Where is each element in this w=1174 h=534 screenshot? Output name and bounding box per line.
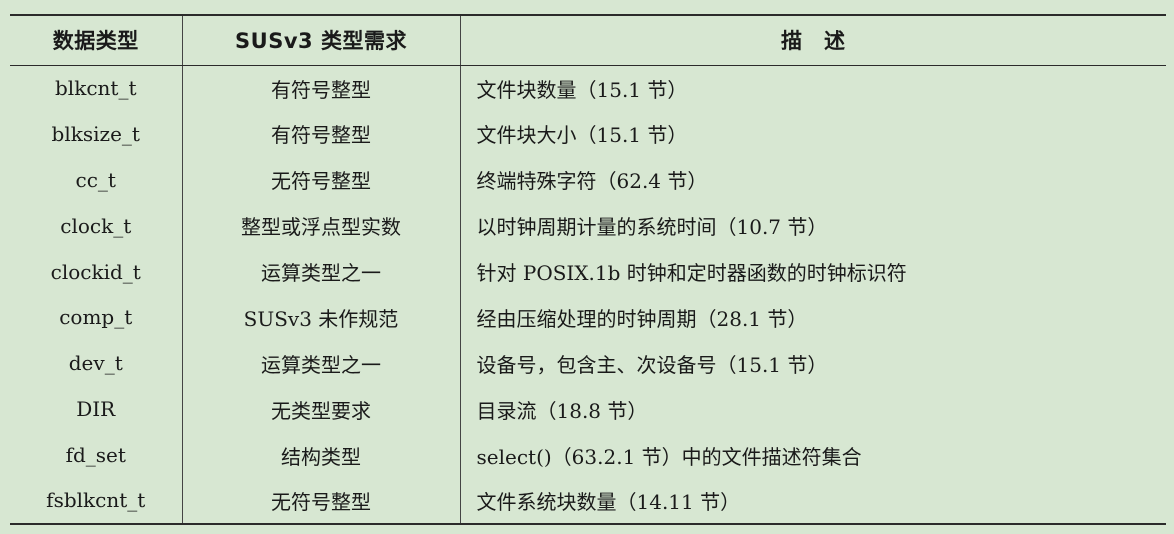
table-row: blkcnt_t 有符号整型 文件块数量（15.1 节） [10,65,1166,111]
cell-description: 文件块大小（15.1 节） [476,123,688,148]
data-types-table: 数据类型 SUSv3 类型需求 描 述 blkcnt_t 有符号整型 文件块数量… [10,14,1166,525]
table-row: clock_t 整型或浮点型实数 以时钟周期计量的系统时间（10.7 节） [10,202,1166,249]
table-row: cc_t 无符号整型 终端特殊字符（62.4 节） [10,156,1166,203]
cell-requirement: 结构类型 [182,432,461,479]
cell-description: select()（63.2.1 节）中的文件描述符集合 [476,444,862,469]
cell-description: 终端特殊字符（62.4 节） [476,169,708,194]
cell-type: dev_t [10,340,183,387]
cell-requirement: 整型或浮点型实数 [182,202,461,249]
table-row: comp_t SUSv3 未作规范 经由压缩处理的时钟周期（28.1 节） [10,294,1166,341]
cell-type: DIR [10,386,183,433]
table-row: DIR 无类型要求 目录流（18.8 节） [10,386,1166,433]
cell-type: fd_set [10,432,183,479]
cell-description: 以时钟周期计量的系统时间（10.7 节） [476,215,828,240]
table-row: fd_set 结构类型 select()（63.2.1 节）中的文件描述符集合 [10,432,1166,479]
document-page: 数据类型 SUSv3 类型需求 描 述 blkcnt_t 有符号整型 文件块数量… [0,0,1174,534]
cell-description: 文件块数量（15.1 节） [476,77,688,102]
table-row: dev_t 运算类型之一 设备号，包含主、次设备号（15.1 节） [10,340,1166,387]
cell-requirement: 无符号整型 [182,478,461,525]
cell-type: cc_t [10,156,183,203]
cell-requirement: SUSv3 未作规范 [182,294,461,341]
cell-requirement: 有符号整型 [182,110,461,157]
cell-type: blkcnt_t [10,65,183,111]
cell-type: clock_t [10,202,183,249]
cell-type: fsblkcnt_t [10,478,183,525]
table-row: clockid_t 运算类型之一 针对 POSIX.1b 时钟和定时器函数的时钟… [10,248,1166,295]
cell-type: blksize_t [10,110,183,157]
cell-type: clockid_t [10,248,183,295]
cell-requirement: 无类型要求 [182,386,461,433]
cell-description: 目录流（18.8 节） [476,398,648,423]
cell-requirement: 运算类型之一 [182,340,461,387]
cell-description: 设备号，包含主、次设备号（15.1 节） [476,352,828,377]
table-row: fsblkcnt_t 无符号整型 文件系统块数量（14.11 节） [10,478,1166,525]
table-header-row: 数据类型 SUSv3 类型需求 描 述 [10,14,1166,66]
cell-requirement: 运算类型之一 [182,248,461,295]
table-row: blksize_t 有符号整型 文件块大小（15.1 节） [10,110,1166,157]
cell-requirement: 无符号整型 [182,156,461,203]
cell-description: 文件系统块数量（14.11 节） [460,478,1166,525]
header-description: 描 述 [460,14,1166,66]
cell-requirement: 有符号整型 [182,65,461,111]
cell-description: 针对 POSIX.1b 时钟和定时器函数的时钟标识符 [476,261,907,285]
header-data-type: 数据类型 [10,14,183,66]
cell-type: comp_t [10,294,183,341]
table-body: blkcnt_t 有符号整型 文件块数量（15.1 节） blksize_t 有… [10,65,1166,525]
header-susv3-requirement: SUSv3 类型需求 [182,14,461,66]
cell-description: 经由压缩处理的时钟周期（28.1 节） [476,306,808,331]
